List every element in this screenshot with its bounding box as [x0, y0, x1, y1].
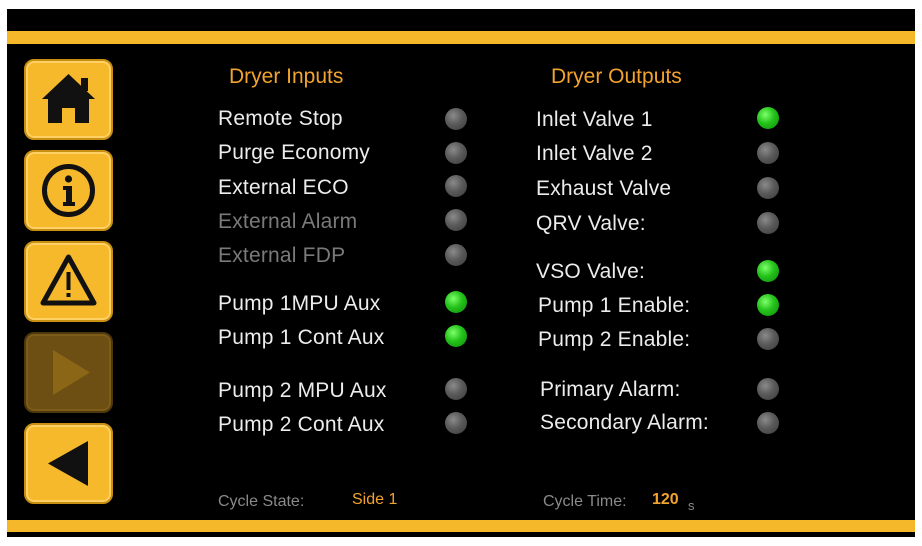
back-button[interactable] — [24, 423, 113, 504]
input-led-pump2-mpu-aux — [445, 378, 467, 400]
play-right-icon — [53, 350, 90, 395]
forward-button[interactable] — [24, 332, 113, 413]
output-led-vso-valve — [757, 260, 779, 282]
input-label-purge-economy: Purge Economy — [218, 141, 371, 164]
alarm-button[interactable] — [24, 241, 113, 322]
input-label-pump1-cont-aux: Pump 1 Cont Aux — [218, 326, 385, 349]
home-button[interactable] — [24, 59, 113, 140]
info-icon — [42, 164, 95, 217]
warning-icon — [40, 254, 97, 306]
input-label-pump2-cont-aux: Pump 2 Cont Aux — [218, 413, 385, 436]
home-icon — [42, 74, 95, 123]
output-label-primary-alarm: Primary Alarm: — [540, 378, 681, 401]
input-led-purge-economy — [445, 142, 467, 164]
outputs-title: Dryer Outputs — [551, 65, 682, 88]
output-label-inlet-valve-1: Inlet Valve 1 — [536, 108, 653, 131]
input-label-pump2-mpu-aux: Pump 2 MPU Aux — [218, 379, 387, 402]
output-label-qrv-valve: QRV Valve: — [536, 212, 646, 235]
output-label-inlet-valve-2: Inlet Valve 2 — [536, 142, 653, 165]
input-led-pump1-mpu-aux — [445, 291, 467, 313]
input-label-external-alarm: External Alarm — [218, 210, 358, 233]
input-label-external-fdp: External FDP — [218, 244, 346, 267]
output-label-pump2-enable: Pump 2 Enable: — [538, 328, 691, 351]
top-accent-bar — [7, 31, 915, 44]
input-label-pump1-mpu-aux: Pump 1MPU Aux — [218, 292, 381, 315]
input-label-remote-stop: Remote Stop — [218, 107, 343, 130]
output-label-pump1-enable: Pump 1 Enable: — [538, 294, 691, 317]
input-led-external-fdp — [445, 244, 467, 266]
output-led-secondary-alarm — [757, 412, 779, 434]
cycle-time-label: Cycle Time: — [543, 493, 627, 510]
output-led-pump2-enable — [757, 328, 779, 350]
output-label-exhaust-valve: Exhaust Valve — [536, 177, 672, 200]
output-led-primary-alarm — [757, 378, 779, 400]
output-led-inlet-valve-2 — [757, 142, 779, 164]
output-led-exhaust-valve — [757, 177, 779, 199]
cycle-state-label: Cycle State: — [218, 493, 305, 510]
play-left-icon — [48, 441, 88, 486]
info-button[interactable] — [24, 150, 113, 231]
input-led-remote-stop — [445, 108, 467, 130]
output-led-qrv-valve — [757, 212, 779, 234]
output-label-secondary-alarm: Secondary Alarm: — [540, 411, 709, 434]
cycle-state-value: Side 1 — [352, 491, 398, 508]
input-led-external-eco — [445, 175, 467, 197]
hmi-screen: Dryer Inputs Dryer Outputs Remote Stop P… — [7, 9, 915, 537]
bottom-accent-bar — [7, 520, 915, 532]
output-label-vso-valve: VSO Valve: — [536, 260, 645, 283]
cycle-time-unit: s — [688, 498, 695, 513]
input-label-external-eco: External ECO — [218, 176, 349, 199]
input-led-pump1-cont-aux — [445, 325, 467, 347]
input-led-external-alarm — [445, 209, 467, 231]
output-led-pump1-enable — [757, 294, 779, 316]
output-led-inlet-valve-1 — [757, 107, 779, 129]
cycle-time-value: 120 — [652, 491, 679, 508]
input-led-pump2-cont-aux — [445, 412, 467, 434]
inputs-title: Dryer Inputs — [229, 65, 344, 88]
